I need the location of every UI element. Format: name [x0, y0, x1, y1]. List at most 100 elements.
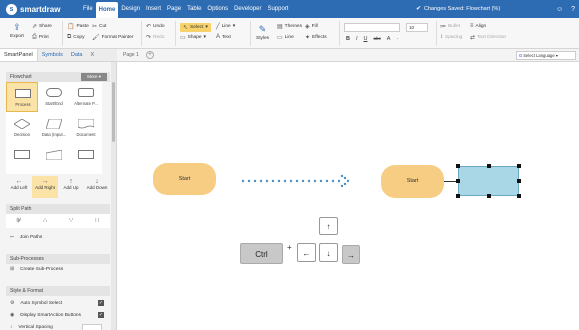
line-style-button[interactable]: ▭ Line: [277, 34, 294, 41]
cut-label: Cut: [99, 24, 107, 29]
add-left-button[interactable]: ← Add Left: [6, 176, 32, 198]
style-format-section-header: Style & Format: [6, 286, 110, 296]
effects-button[interactable]: ✦ Effects: [305, 34, 327, 41]
add-right-button[interactable]: → Add Right: [32, 176, 58, 198]
tab-page-1[interactable]: Page 1: [123, 52, 139, 58]
resize-handle[interactable]: [487, 194, 491, 198]
auto-symbol-checkbox[interactable]: ✓: [98, 300, 104, 306]
shape-process[interactable]: Process: [6, 82, 38, 112]
scrollbar-thumb[interactable]: [112, 82, 115, 142]
split-four-icon[interactable]: ∵: [58, 214, 84, 228]
more-format-button[interactable]: ·: [396, 36, 398, 42]
add-page-icon[interactable]: +: [146, 51, 154, 59]
redo-button[interactable]: ↷ Redo: [146, 34, 165, 41]
resize-handle[interactable]: [456, 194, 460, 198]
text-tool-button[interactable]: A Text: [216, 34, 231, 40]
more-shapes-button[interactable]: More ▾: [81, 73, 107, 81]
font-size-value: 10: [409, 25, 415, 30]
paste-button[interactable]: 📋 Paste: [67, 23, 89, 30]
plus-sign: +: [287, 243, 292, 252]
menu-design[interactable]: Design: [118, 0, 143, 18]
resize-handle[interactable]: [456, 179, 460, 183]
font-size-select[interactable]: 10: [406, 23, 428, 32]
shape-tool-button[interactable]: ▭ Shape ▾: [180, 34, 206, 41]
create-sub-process-button[interactable]: ⊞ Create Sub-Process: [6, 264, 110, 276]
menu-options[interactable]: Options: [204, 0, 231, 18]
copy-button[interactable]: ⧉ Copy: [67, 34, 85, 41]
auto-symbol-select-option[interactable]: ⚙ Auto Symbol Select ✓: [6, 298, 110, 309]
format-painter-button[interactable]: 🖌 Format Painter: [92, 34, 133, 41]
spacing-button[interactable]: ↕ Spacing: [440, 34, 462, 40]
tab-data[interactable]: Data: [67, 49, 87, 61]
shape-decision[interactable]: Decision: [6, 113, 38, 143]
bold-button[interactable]: B: [346, 36, 350, 42]
left-panel-scrollbar[interactable]: [111, 62, 116, 330]
menu-page[interactable]: Page: [164, 0, 184, 18]
tab-symbols[interactable]: Symbols: [38, 49, 67, 61]
add-up-button[interactable]: ↑ Add Up: [58, 176, 84, 198]
shape-data-input[interactable]: Data (Input...: [38, 113, 70, 143]
bullet-button[interactable]: ≔ Bullet: [440, 23, 460, 30]
menu-developer[interactable]: Developer: [231, 0, 264, 18]
underline-button[interactable]: U: [364, 36, 368, 42]
align-button[interactable]: ≡ Align: [470, 23, 486, 29]
resize-handle[interactable]: [456, 164, 460, 168]
shape-document[interactable]: Document: [70, 113, 102, 143]
arrow-left-icon: ←: [15, 178, 23, 185]
text-direction-button[interactable]: ⇄ Text Direction: [470, 34, 506, 41]
split-two-icon[interactable]: ⊮: [6, 214, 32, 228]
close-panel-icon[interactable]: X: [86, 49, 98, 61]
resize-handle[interactable]: [517, 179, 521, 183]
shape-start-end[interactable]: Start/End: [38, 82, 70, 112]
shape-internal-storage[interactable]: [70, 144, 102, 174]
vertical-spacing-input[interactable]: [82, 324, 102, 330]
language-select[interactable]: GSelect Language ▾: [516, 51, 576, 60]
line-style-label: Line: [284, 35, 294, 40]
print-button[interactable]: ⎙ Print: [32, 34, 49, 41]
shape-predefined[interactable]: [6, 144, 38, 174]
select-button[interactable]: ↖ Select ▾: [180, 23, 211, 32]
save-status-text: Changes Saved: Flowchart (%): [424, 6, 501, 12]
shape-manual-input[interactable]: [38, 144, 70, 174]
selected-process-shape[interactable]: [458, 166, 519, 196]
add-right-label: Add Right: [35, 185, 55, 190]
menu-table[interactable]: Table: [184, 0, 204, 18]
tab-smartpanel[interactable]: SmartPanel: [0, 49, 38, 61]
smartdraw-logo[interactable]: s smartdraw: [6, 3, 60, 15]
paste-icon: 📋: [67, 24, 75, 30]
start-shape-right[interactable]: Start: [381, 165, 444, 198]
export-button[interactable]: ⇪ Export: [10, 22, 24, 39]
font-color-button[interactable]: A: [387, 36, 391, 42]
line-tool-button[interactable]: ╱ Line ▾: [216, 23, 235, 30]
shape-alternate-process[interactable]: Alternate P...: [70, 82, 102, 112]
start-shape-left[interactable]: Start: [153, 163, 216, 195]
menu-home[interactable]: Home: [95, 2, 119, 18]
display-smartaction-checkbox[interactable]: ✓: [98, 312, 104, 318]
add-down-button[interactable]: ↓ Add Down: [84, 176, 110, 198]
user-icon[interactable]: ☺: [556, 6, 563, 13]
styles-button[interactable]: ✎ Styles: [256, 24, 269, 41]
resize-handle[interactable]: [517, 164, 521, 168]
fill-button[interactable]: ◈ Fill: [305, 23, 318, 30]
drawing-canvas[interactable]: Start Start Ctrl + ↑ ← ↓ →: [117, 62, 579, 330]
italic-button[interactable]: I: [356, 36, 358, 42]
themes-button[interactable]: ▤ Themes: [277, 23, 302, 30]
share-button[interactable]: ⇗ Share: [32, 23, 52, 30]
text-direction-icon: ⇄: [470, 35, 476, 41]
resize-handle[interactable]: [487, 164, 491, 168]
split-five-icon[interactable]: ∷: [84, 214, 110, 228]
strikethrough-button[interactable]: abc: [374, 36, 381, 42]
undo-button[interactable]: ↶ Undo: [146, 23, 165, 30]
data-shape-icon: [45, 118, 63, 130]
resize-handle[interactable]: [517, 194, 521, 198]
font-name-select[interactable]: [344, 23, 400, 32]
cut-button[interactable]: ✂ Cut: [92, 23, 107, 30]
menu-insert[interactable]: Insert: [143, 0, 164, 18]
display-smartaction-option[interactable]: ◉ Display SmartAction Buttons ✓: [6, 310, 110, 321]
help-icon[interactable]: ?: [571, 6, 575, 13]
menu-support[interactable]: Support: [264, 0, 291, 18]
split-three-icon[interactable]: ∴: [32, 214, 58, 228]
menu-file[interactable]: File: [80, 0, 96, 18]
shape-label: Document: [76, 132, 96, 137]
join-paths-button[interactable]: ⤚ Join Paths: [6, 232, 110, 244]
